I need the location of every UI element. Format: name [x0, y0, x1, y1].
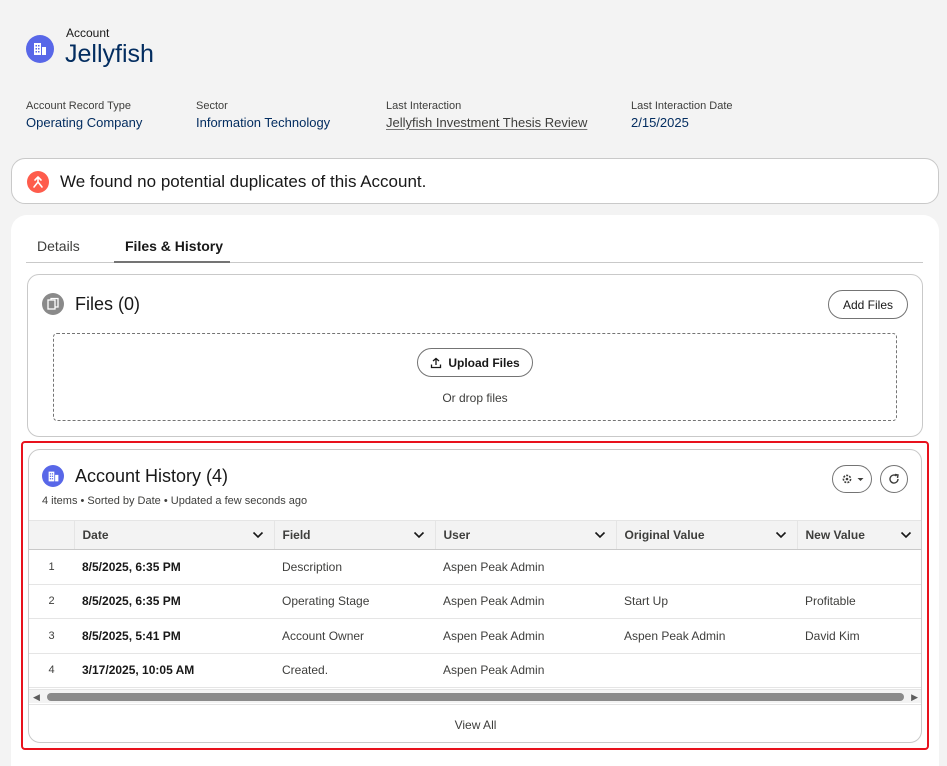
tab-bar: Details Files & History: [26, 235, 923, 263]
tab-details[interactable]: Details: [37, 238, 87, 263]
scroll-right-icon[interactable]: ▶: [911, 692, 918, 703]
chevron-down-icon[interactable]: [413, 530, 425, 540]
original-value-cell: Start Up: [616, 584, 797, 619]
new-value-cell: Profitable: [797, 584, 921, 619]
date-cell: 8/5/2025, 6:35 PM: [74, 584, 274, 619]
account-history-card: Account History (4) 4 items • Sorted by …: [28, 449, 922, 743]
column-header-user[interactable]: User: [434, 520, 616, 550]
upload-files-button[interactable]: Upload Files: [417, 348, 533, 377]
field-label: Last Interaction: [386, 100, 462, 112]
upload-icon: [431, 357, 442, 368]
user-cell: Aspen Peak Admin: [435, 584, 616, 619]
new-value-cell: [797, 653, 921, 688]
table-header-row: Date Field User Original Value New Value: [29, 520, 921, 550]
chevron-down-icon[interactable]: [900, 530, 912, 540]
column-label: Original Value: [624, 528, 705, 542]
chevron-down-icon: [857, 477, 863, 481]
date-cell: 8/5/2025, 5:41 PM: [74, 618, 274, 654]
table-row: 4 3/17/2025, 10:05 AM Created. Aspen Pea…: [29, 653, 921, 688]
field-cell: Operating Stage: [274, 584, 435, 619]
history-subtitle: 4 items • Sorted by Date • Updated a few…: [42, 495, 308, 507]
column-header-new-value[interactable]: New Value: [796, 520, 921, 550]
files-title: Files (0): [75, 294, 141, 314]
column-header-original-value[interactable]: Original Value: [615, 520, 797, 550]
horizontal-scrollbar[interactable]: ◀ ▶: [29, 689, 921, 703]
field-sector: Sector Information Technology: [196, 100, 330, 130]
column-label: User: [443, 528, 471, 542]
add-files-button[interactable]: Add Files: [828, 290, 908, 319]
user-cell: Aspen Peak Admin: [435, 653, 616, 688]
row-number: 1: [29, 549, 74, 585]
drop-files-text: Or drop files: [442, 391, 508, 405]
table-row: 3 8/5/2025, 5:41 PM Account Owner Aspen …: [29, 618, 921, 654]
tab-files-history[interactable]: Files & History: [114, 238, 230, 263]
field-cell: Description: [274, 549, 435, 585]
table-row: 1 8/5/2025, 6:35 PM Description Aspen Pe…: [29, 549, 921, 585]
field-label: Account Record Type: [26, 100, 131, 112]
original-value-cell: Aspen Peak Admin: [616, 618, 797, 654]
upload-files-label: Upload Files: [448, 355, 520, 370]
field-label: Sector: [196, 100, 228, 112]
last-interaction-link[interactable]: Jellyfish Investment Thesis Review: [386, 115, 587, 130]
row-number: 4: [29, 653, 74, 688]
record-title: Jellyfish: [65, 40, 154, 68]
field-last-interaction: Last Interaction Jellyfish Investment Th…: [386, 100, 587, 130]
scroll-left-icon[interactable]: ◀: [33, 692, 40, 703]
column-header-field[interactable]: Field: [273, 520, 435, 550]
original-value-cell: [616, 549, 797, 585]
field-value: 2/15/2025: [631, 115, 689, 130]
object-type-label: Account: [66, 26, 110, 40]
history-title: Account History (4): [75, 466, 229, 486]
field-last-interaction-date: Last Interaction Date 2/15/2025: [631, 100, 733, 130]
original-value-cell: [616, 653, 797, 688]
chevron-down-icon[interactable]: [594, 530, 606, 540]
history-table: Date Field User Original Value New Value: [29, 520, 921, 688]
record-header: Account Jellyfish Account Record Type Op…: [0, 0, 947, 150]
field-cell: Account Owner: [274, 618, 435, 654]
field-account-record-type: Account Record Type Operating Company: [26, 100, 142, 130]
files-icon: [42, 293, 64, 315]
new-value-cell: [797, 549, 921, 585]
view-all-link[interactable]: View All: [29, 718, 921, 732]
date-cell: 8/5/2025, 6:35 PM: [74, 549, 274, 585]
duplicate-banner: We found no potential duplicates of this…: [11, 158, 939, 204]
new-value-cell: David Kim: [797, 618, 921, 654]
row-number: 2: [29, 584, 74, 619]
chevron-down-icon[interactable]: [252, 530, 264, 540]
view-all-footer: View All: [29, 704, 921, 742]
files-card: Files (0) Add Files Upload Files Or drop…: [27, 274, 923, 437]
chevron-down-icon[interactable]: [775, 530, 787, 540]
row-number: 3: [29, 618, 74, 654]
field-cell: Created.: [274, 653, 435, 688]
gear-icon: [842, 474, 851, 484]
refresh-button[interactable]: [880, 465, 908, 493]
column-label: Date: [82, 528, 109, 542]
field-value: Operating Company: [26, 115, 143, 130]
account-history-icon: [42, 465, 64, 487]
refresh-icon: [889, 473, 899, 484]
date-cell: 3/17/2025, 10:05 AM: [74, 653, 274, 688]
field-label: Last Interaction Date: [631, 100, 733, 112]
duplicate-icon: [27, 171, 49, 193]
row-number-header: [29, 520, 74, 550]
duplicate-message: We found no potential duplicates of this…: [60, 172, 427, 191]
column-label: Field: [282, 528, 311, 542]
file-dropzone[interactable]: Upload Files Or drop files: [53, 333, 897, 421]
scrollbar-thumb[interactable]: [47, 693, 904, 701]
user-cell: Aspen Peak Admin: [435, 549, 616, 585]
table-row: 2 8/5/2025, 6:35 PM Operating Stage Aspe…: [29, 584, 921, 619]
user-cell: Aspen Peak Admin: [435, 618, 616, 654]
column-label: New Value: [805, 528, 865, 542]
column-header-date[interactable]: Date: [73, 520, 274, 550]
list-settings-button[interactable]: [832, 465, 872, 493]
account-icon: [26, 35, 54, 63]
field-value: Information Technology: [196, 115, 331, 130]
